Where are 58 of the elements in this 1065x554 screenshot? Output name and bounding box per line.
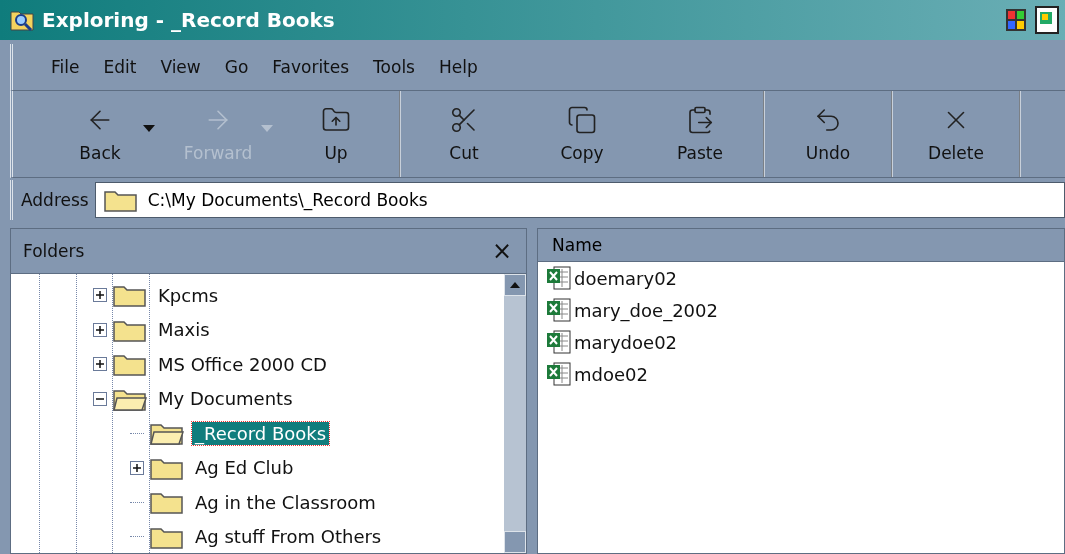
spreadsheet-file-icon — [546, 298, 572, 322]
column-header[interactable]: Name — [552, 235, 603, 255]
expand-toggle[interactable] — [93, 357, 107, 372]
cut-button[interactable]: Cut — [405, 95, 523, 173]
expand-toggle[interactable] — [93, 288, 107, 303]
tray-icon — [1035, 6, 1059, 34]
folder-icon — [113, 283, 147, 308]
plus-icon — [95, 290, 105, 301]
pane-title: Folders — [23, 241, 85, 261]
folder-item[interactable]: Ag Ed Club — [192, 456, 297, 480]
delete-button[interactable]: Delete — [897, 95, 1015, 173]
window-title: Exploring - _Record Books — [42, 8, 336, 32]
copy-icon — [567, 105, 597, 135]
folder-icon — [113, 352, 147, 377]
file-name[interactable]: mdoe02 — [574, 363, 648, 385]
scroll-thumb[interactable] — [504, 531, 526, 553]
folder-icon — [103, 188, 138, 212]
spreadsheet-file-icon — [546, 330, 572, 354]
explorer-app-icon — [10, 9, 34, 31]
menu-item[interactable]: File — [43, 53, 88, 81]
folder-icon — [150, 490, 184, 515]
expand-toggle[interactable] — [130, 460, 144, 475]
address-label: Address — [21, 190, 89, 210]
scroll-up-icon[interactable] — [510, 282, 520, 288]
file-name[interactable]: doemary02 — [574, 267, 678, 289]
open-folder-icon — [150, 421, 184, 446]
folder-item[interactable]: Ag in the Classroom — [192, 490, 379, 514]
spreadsheet-file-icon — [546, 362, 572, 386]
menu-item[interactable]: Edit — [95, 53, 145, 81]
tray-icon — [1005, 8, 1027, 32]
plus-icon — [95, 324, 105, 335]
folder-item[interactable]: Ag stuff From Others — [192, 525, 385, 549]
folder-item[interactable]: Kpcms — [155, 283, 222, 307]
scrollbar[interactable] — [504, 274, 526, 553]
folder-item[interactable]: MS Office 2000 CD — [155, 352, 330, 376]
menu-item[interactable]: View — [152, 53, 209, 81]
menu-item[interactable]: Go — [216, 53, 257, 81]
folder-item[interactable]: My Documents — [155, 387, 296, 411]
undo-button[interactable]: Undo — [769, 95, 887, 173]
spreadsheet-file-icon — [546, 266, 572, 290]
file-name[interactable]: mary_doe_2002 — [574, 299, 718, 321]
plus-icon — [95, 359, 105, 370]
copy-button[interactable]: Copy — [523, 95, 641, 173]
menu-item[interactable]: Help — [431, 53, 486, 81]
back-button[interactable]: Back — [41, 95, 159, 173]
expand-toggle[interactable] — [93, 322, 107, 337]
close-button[interactable]: × — [487, 237, 516, 265]
plus-icon — [132, 462, 142, 473]
folder-item[interactable]: Maxis — [155, 318, 213, 342]
folder-item[interactable]: _Record Books — [192, 421, 330, 445]
file-name[interactable]: marydoe02 — [574, 331, 678, 353]
menu-item[interactable]: Tools — [365, 53, 423, 81]
address-field[interactable]: C:\My Documents\_Record Books — [94, 182, 1065, 218]
collapse-toggle[interactable] — [93, 391, 107, 406]
up-button[interactable]: Up — [277, 95, 395, 173]
paste-button[interactable]: Paste — [641, 95, 759, 173]
menu-item[interactable]: Favorites — [264, 53, 358, 81]
dropdown-caret-icon[interactable] — [143, 125, 155, 132]
